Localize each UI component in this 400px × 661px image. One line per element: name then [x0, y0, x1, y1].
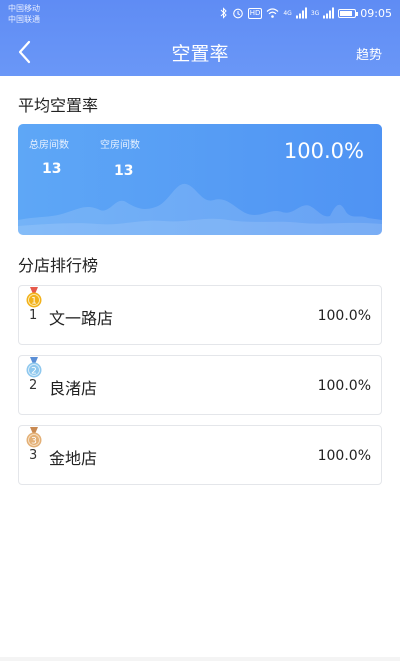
signal-2-tag: 3G [310, 9, 320, 17]
trend-button[interactable]: 趋势 [356, 44, 382, 63]
page-title: 空置率 [171, 43, 229, 65]
rank-number: 3 [29, 448, 38, 463]
signal-1-tag: 4G [283, 9, 292, 17]
battery-icon [338, 8, 359, 18]
wifi-icon [266, 8, 279, 18]
store-name: 金地店 [49, 449, 98, 468]
store-name: 良渚店 [49, 379, 98, 398]
hd-badge: HD [247, 7, 263, 19]
average-vacancy-heading: 平均空置率 [18, 96, 99, 115]
signal-2-icon [323, 7, 335, 19]
total-rooms-value: 13 [42, 161, 62, 177]
rank-number: 2 [29, 378, 38, 393]
store-vacancy-rate: 100.0% [317, 378, 371, 394]
title-bar: 空置率 趋势 [0, 28, 400, 76]
branch-ranking-heading: 分店排行榜 [18, 256, 99, 275]
bronze-medal-icon: 3 [26, 427, 42, 448]
app-header: 中国移动 中国联通 HD 4G 3G 09:05 空置率 趋势 [0, 0, 400, 76]
rank-number: 1 [29, 308, 38, 323]
store-vacancy-rate: 100.0% [317, 448, 371, 464]
bottom-edge [0, 657, 400, 661]
total-rooms-label: 总房间数 [29, 140, 69, 151]
carrier-2-label: 中国联通 [8, 15, 40, 24]
signal-1-icon [295, 7, 307, 19]
ranking-item-2[interactable]: 2 2 良渚店 100.0% [18, 355, 382, 415]
store-name: 文一路店 [49, 309, 114, 328]
average-vacancy-rate: 100.0% [283, 139, 364, 163]
vacancy-summary-card: 总房间数 13 空房间数 13 100.0% [18, 124, 382, 235]
gold-medal-icon: 1 [26, 287, 42, 308]
medal-number: 2 [31, 366, 37, 376]
empty-rooms-value: 13 [114, 163, 134, 179]
ranking-item-1[interactable]: 1 1 文一路店 100.0% [18, 285, 382, 345]
store-vacancy-rate: 100.0% [317, 308, 371, 324]
carrier-1-label: 中国移动 [8, 4, 40, 13]
status-bar: 中国移动 中国联通 HD 4G 3G 09:05 [0, 0, 400, 28]
empty-rooms-label: 空房间数 [100, 140, 140, 151]
medal-number: 3 [31, 436, 37, 446]
carrier-info: 中国移动 中国联通 [8, 3, 40, 25]
alarm-icon [232, 8, 243, 19]
bluetooth-icon [220, 7, 227, 19]
ranking-item-3[interactable]: 3 3 金地店 100.0% [18, 425, 382, 485]
status-time: 09:05 [360, 6, 392, 20]
silver-medal-icon: 2 [26, 357, 42, 378]
medal-number: 1 [31, 296, 37, 306]
status-icons: HD 4G 3G 09:05 [220, 6, 392, 20]
